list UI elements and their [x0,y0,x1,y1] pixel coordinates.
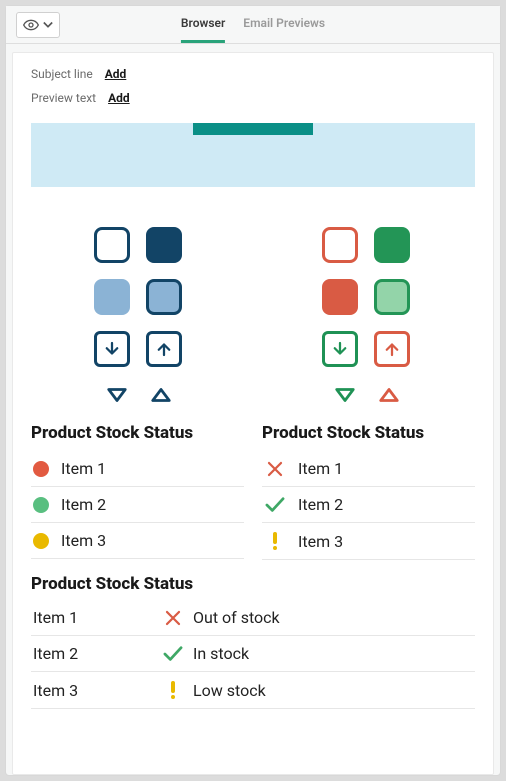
list-item: Item 3 [31,523,244,559]
list-item: Item 2 [31,487,244,523]
triangle-down-icon [334,387,356,407]
icon-grids [31,227,475,407]
table-row: Item 2 In stock [31,636,475,672]
preview-text-label: Preview text [31,91,96,105]
list-item: Item 2 [262,487,475,523]
square-filled-icon [146,227,182,263]
hero-button-placeholder [193,123,313,135]
triangle-up-icon [378,387,400,407]
icon-grid-blue [34,227,244,407]
list-item: Item 1 [262,451,475,487]
icon-grid-green [262,227,472,407]
list-title: Product Stock Status [262,423,475,443]
triangle-up-icon [150,387,172,407]
square-red-icon [322,279,358,315]
square-light-outlined-icon [374,279,410,315]
tabs: Browser Email Previews [181,6,325,43]
status-lists: Product Stock Status Item 1 Item 2 Item … [31,423,475,560]
tab-email-previews[interactable]: Email Previews [243,6,325,43]
row-name: Item 1 [33,608,153,627]
row-status: In stock [193,644,473,663]
tab-browser[interactable]: Browser [181,6,225,43]
visibility-dropdown[interactable] [16,12,60,38]
chevron-down-icon [43,21,53,29]
status-table: Product Stock Status Item 1 Out of stock… [31,574,475,709]
eye-icon [23,19,39,31]
row-name: Item 3 [33,681,153,700]
list-item-label: Item 1 [61,459,106,478]
x-icon [264,460,286,478]
list-item-label: Item 2 [298,495,343,514]
app-frame: Browser Email Previews Subject line Add … [5,5,501,776]
preview-text-add[interactable]: Add [108,91,130,105]
arrow-up-box-icon [374,331,410,367]
exclamation-icon [153,680,193,700]
list-item-label: Item 2 [61,495,106,514]
hero-banner [31,123,475,187]
square-outline-icon [94,227,130,263]
status-list-dots: Product Stock Status Item 1 Item 2 Item … [31,423,244,560]
topbar: Browser Email Previews [6,6,500,44]
subject-line-label: Subject line [31,67,93,81]
list-item-label: Item 1 [298,459,343,478]
table-title: Product Stock Status [31,574,475,594]
list-title: Product Stock Status [31,423,244,443]
arrow-down-box-icon [94,331,130,367]
status-dot-icon [33,461,49,477]
list-item: Item 1 [31,451,244,487]
exclamation-icon [264,531,286,551]
x-icon [153,609,193,627]
row-status: Low stock [193,681,473,700]
square-outline-icon [322,227,358,263]
check-icon [264,496,286,514]
arrow-down-box-icon [322,331,358,367]
square-light-icon [94,279,130,315]
row-status: Out of stock [193,608,473,627]
triangle-down-icon [106,387,128,407]
status-dot-icon [33,533,49,549]
check-icon [153,645,193,663]
row-name: Item 2 [33,644,153,663]
subject-line-add[interactable]: Add [105,67,127,81]
table-row: Item 1 Out of stock [31,600,475,636]
status-list-icons: Product Stock Status Item 1 Item 2 [262,423,475,560]
content: Subject line Add Preview text Add [12,52,494,775]
list-item-label: Item 3 [298,532,343,551]
list-item: Item 3 [262,523,475,560]
arrow-up-box-icon [146,331,182,367]
square-filled-icon [374,227,410,263]
status-dot-icon [33,497,49,513]
table-row: Item 3 Low stock [31,672,475,709]
meta-block: Subject line Add Preview text Add [13,53,493,123]
list-item-label: Item 3 [61,531,106,550]
canvas: Product Stock Status Item 1 Item 2 Item … [13,123,493,709]
square-light-outlined-icon [146,279,182,315]
